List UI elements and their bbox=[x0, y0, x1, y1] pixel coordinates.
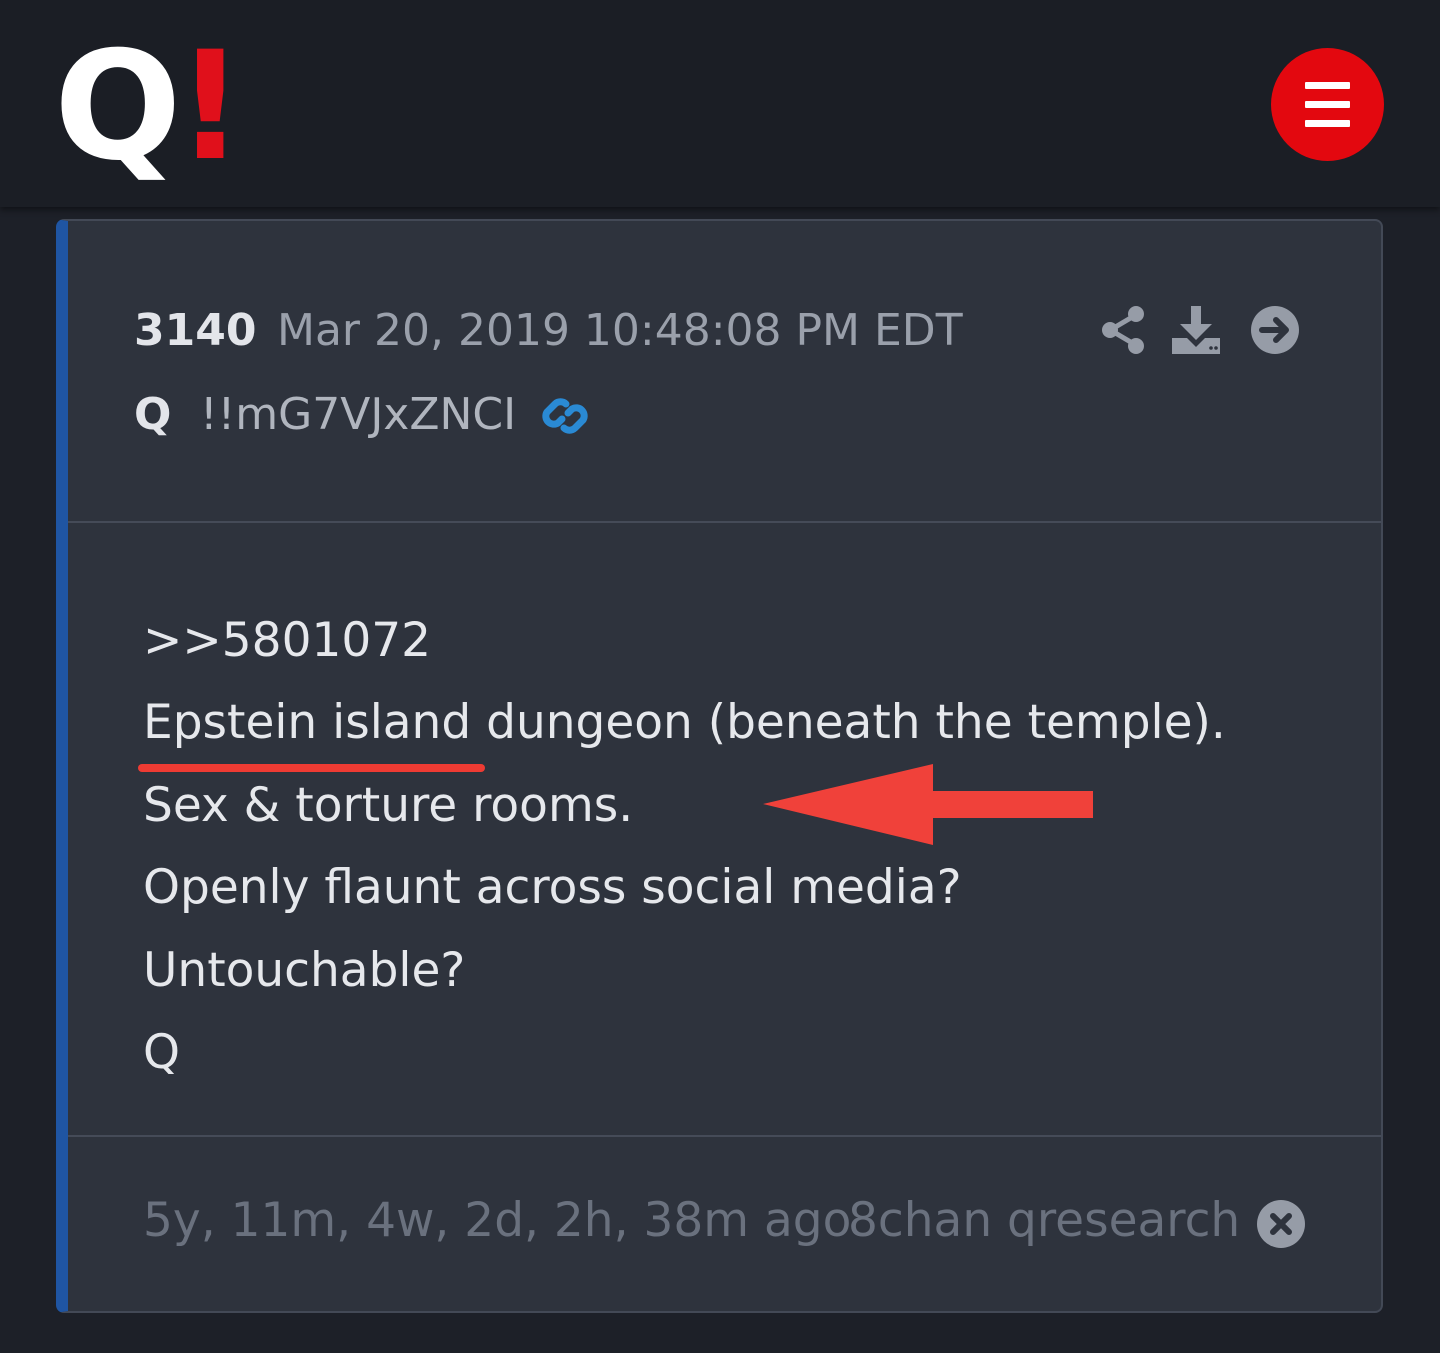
post-line: Openly flaunt across social media? bbox=[143, 860, 962, 915]
logo-letter: Q bbox=[54, 20, 181, 194]
post-line: Epstein island dungeon (beneath the temp… bbox=[143, 695, 1226, 750]
post-signature: Q bbox=[143, 1025, 180, 1080]
post-author: Q bbox=[134, 389, 172, 440]
post-timestamp: Mar 20, 2019 10:48:08 PM EDT bbox=[277, 305, 963, 356]
post-reference-link[interactable]: >>5801072 bbox=[143, 611, 431, 671]
close-icon[interactable] bbox=[1256, 1199, 1306, 1249]
site-logo[interactable]: Q ! bbox=[54, 32, 244, 182]
red-underline-annotation bbox=[138, 764, 485, 772]
top-navigation-bar: Q ! bbox=[0, 0, 1440, 207]
hamburger-menu-icon bbox=[1305, 82, 1350, 89]
post-line: Untouchable? bbox=[143, 943, 466, 998]
post-footer: 5y, 11m, 4w, 2d, 2h, 38m ago 8chan qrese… bbox=[68, 1137, 1381, 1311]
download-icon[interactable] bbox=[1170, 304, 1222, 356]
hamburger-bar bbox=[1305, 120, 1350, 127]
post-tripcode: !!mG7VJxZNCI bbox=[200, 389, 517, 440]
post-line: Sex & torture rooms. bbox=[143, 778, 634, 833]
relative-time: 5y, 11m, 4w, 2d, 2h, 38m ago bbox=[143, 1193, 852, 1248]
post-source: 8chan qresearch bbox=[848, 1193, 1241, 1248]
share-icon[interactable] bbox=[1098, 304, 1150, 356]
post-card: 3140 Mar 20, 2019 10:48:08 PM EDT Q !!mG… bbox=[56, 219, 1383, 1313]
red-arrow-annotation bbox=[763, 764, 1093, 845]
post-body: >>5801072 Epstein island dungeon (beneat… bbox=[68, 523, 1381, 1137]
link-icon[interactable] bbox=[538, 389, 592, 443]
menu-button[interactable] bbox=[1271, 48, 1384, 161]
post-number[interactable]: 3140 bbox=[134, 303, 256, 359]
post-header: 3140 Mar 20, 2019 10:48:08 PM EDT Q !!mG… bbox=[68, 221, 1381, 523]
hamburger-bar bbox=[1305, 101, 1350, 108]
arrow-right-circle-icon[interactable] bbox=[1249, 304, 1301, 356]
logo-exclamation: ! bbox=[176, 20, 245, 194]
